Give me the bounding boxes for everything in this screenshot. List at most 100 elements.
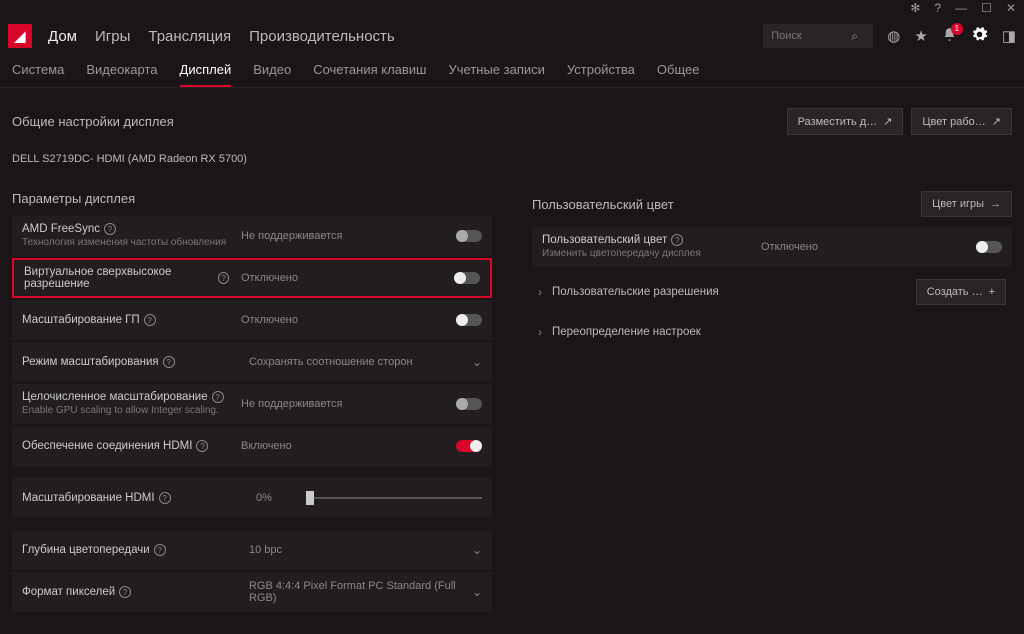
maximize-icon[interactable]: ☐ — [981, 1, 992, 15]
help-icon[interactable]: ? — [212, 391, 224, 403]
help-icon[interactable]: ? — [934, 1, 941, 15]
override-settings-row[interactable]: › Переопределение настроек — [532, 315, 1012, 349]
panel-icon[interactable]: ◨ — [1002, 27, 1016, 45]
sub-nav: Система Видеокарта Дисплей Видео Сочетан… — [0, 56, 1024, 88]
game-color-button[interactable]: Цвет игры→ — [921, 191, 1012, 217]
minimize-icon[interactable]: — — [955, 1, 967, 15]
setting-desc: Enable GPU scaling to allow Integer scal… — [22, 405, 229, 417]
setting-toggle — [456, 398, 482, 410]
setting-value: Не поддерживается — [237, 398, 448, 410]
tab-general[interactable]: Общее — [657, 62, 700, 87]
arrange-displays-button[interactable]: Разместить д…↗ — [787, 108, 904, 135]
custom-color-panel: Пользовательский цвет Цвет игры→ Пользов… — [532, 191, 1012, 614]
setting-value: Сохранять соотношение сторон — [245, 356, 464, 368]
setting-name: Глубина цветопередачи — [22, 544, 150, 556]
setting-name: Масштабирование HDMI — [22, 492, 155, 504]
nav-games[interactable]: Игры — [95, 28, 130, 45]
setting-row: Масштабирование ГП? Отключено — [12, 300, 492, 340]
close-icon[interactable]: ✕ — [1006, 1, 1016, 15]
custom-resolutions-row[interactable]: › Пользовательские разрешения Создать …+ — [532, 269, 1012, 315]
chevron-right-icon: › — [538, 285, 542, 299]
help-icon[interactable]: ? — [671, 234, 683, 246]
tab-gpu[interactable]: Видеокарта — [86, 62, 157, 87]
setting-row: Целочисленное масштабирование? Enable GPU… — [12, 384, 492, 424]
main-nav: Дом Игры Трансляция Производительность — [48, 28, 395, 45]
notification-badge: 1 — [951, 23, 963, 35]
settings-icon[interactable] — [971, 26, 988, 47]
setting-value: Не поддерживается — [237, 230, 448, 242]
arrow-right-icon: → — [990, 198, 1001, 210]
nav-home[interactable]: Дом — [48, 28, 77, 45]
help-icon[interactable]: ? — [104, 223, 116, 235]
setting-name: Пользовательский цвет — [542, 234, 667, 246]
setting-toggle[interactable] — [454, 272, 480, 284]
help-icon[interactable]: ? — [218, 272, 229, 284]
help-icon[interactable]: ? — [159, 492, 171, 504]
setting-value: Отключено — [237, 272, 446, 284]
search-field[interactable] — [771, 30, 851, 42]
setting-desc: Изменить цветопередачу дисплея — [542, 248, 749, 260]
tab-devices[interactable]: Устройства — [567, 62, 635, 87]
setting-name: Целочисленное масштабирование — [22, 391, 208, 403]
chevron-right-icon: › — [538, 325, 542, 339]
favorite-icon[interactable]: ★ — [914, 27, 927, 45]
help-icon[interactable]: ? — [163, 356, 175, 368]
setting-row: Глубина цветопередачи? 10 bpc ⌄ — [12, 530, 492, 570]
setting-value: Отключено — [237, 314, 448, 326]
nav-streaming[interactable]: Трансляция — [148, 28, 231, 45]
help-icon[interactable]: ? — [144, 314, 156, 326]
help-icon[interactable]: ? — [196, 440, 208, 452]
setting-row: AMD FreeSync? Технология изменения частот… — [12, 216, 492, 256]
desktop-color-button[interactable]: Цвет рабо…↗ — [911, 108, 1012, 135]
nav-performance[interactable]: Производительность — [249, 28, 395, 45]
setting-value: RGB 4:4:4 Pixel Format PC Standard (Full… — [245, 580, 464, 604]
setting-name: Обеспечение соединения HDMI — [22, 440, 192, 452]
chevron-down-icon[interactable]: ⌄ — [472, 355, 482, 369]
search-input[interactable]: ⌕ — [763, 24, 873, 48]
chevron-down-icon[interactable]: ⌄ — [472, 543, 482, 557]
setting-name: Режим масштабирования — [22, 356, 159, 368]
custom-color-toggle[interactable] — [976, 241, 1002, 253]
setting-desc: Технология изменения частоты обновления — [22, 237, 229, 249]
setting-value: Включено — [237, 440, 448, 452]
setting-name: Виртуальное сверхвысокое разрешение — [24, 266, 214, 290]
custom-color-title: Пользовательский цвет — [532, 197, 674, 212]
setting-row: Формат пикселей? RGB 4:4:4 Pixel Format P… — [12, 572, 492, 612]
web-icon[interactable]: ◍ — [887, 27, 900, 45]
help-icon[interactable]: ? — [154, 544, 166, 556]
setting-name: Формат пикселей — [22, 586, 115, 598]
setting-value: Отключено — [757, 241, 968, 253]
external-icon: ↗ — [992, 115, 1001, 128]
header: ◢ Дом Игры Трансляция Производительность… — [0, 16, 1024, 56]
plus-icon: + — [989, 286, 995, 298]
section-title: Общие настройки дисплея — [12, 114, 174, 129]
setting-row: Режим масштабирования? Сохранять соотноше… — [12, 342, 492, 382]
setting-toggle[interactable] — [456, 314, 482, 326]
bug-icon[interactable]: ✻ — [910, 1, 920, 15]
amd-logo-icon: ◢ — [8, 24, 32, 48]
setting-row: Масштабирование HDMI? 0% — [12, 478, 492, 518]
titlebar: ✻ ? — ☐ ✕ — [0, 0, 1024, 16]
display-settings-title: Параметры дисплея — [12, 191, 135, 206]
slider-value: 0% — [256, 492, 296, 504]
display-settings-panel: Параметры дисплея AMD FreeSync? Технологи… — [12, 191, 492, 614]
setting-toggle[interactable] — [456, 440, 482, 452]
setting-name: AMD FreeSync — [22, 223, 100, 235]
external-icon: ↗ — [883, 115, 892, 128]
setting-value: 10 bpc — [245, 544, 464, 556]
create-resolution-button[interactable]: Создать …+ — [916, 279, 1006, 305]
chevron-down-icon[interactable]: ⌄ — [472, 585, 482, 599]
notifications-icon[interactable]: 1 — [942, 27, 957, 46]
setting-row: Виртуальное сверхвысокое разрешение? Откл… — [12, 258, 492, 298]
search-icon[interactable]: ⌕ — [851, 29, 858, 44]
tab-video[interactable]: Видео — [253, 62, 291, 87]
tab-hotkeys[interactable]: Сочетания клавиш — [313, 62, 426, 87]
help-icon[interactable]: ? — [119, 586, 131, 598]
tab-display[interactable]: Дисплей — [180, 62, 232, 87]
custom-color-row: Пользовательский цвет? Изменить цветопер… — [532, 227, 1012, 267]
tab-system[interactable]: Система — [12, 62, 64, 87]
hdmi-scaling-slider[interactable] — [306, 497, 482, 499]
tab-accounts[interactable]: Учетные записи — [448, 62, 544, 87]
setting-row: Обеспечение соединения HDMI? Включено — [12, 426, 492, 466]
setting-name: Масштабирование ГП — [22, 314, 140, 326]
